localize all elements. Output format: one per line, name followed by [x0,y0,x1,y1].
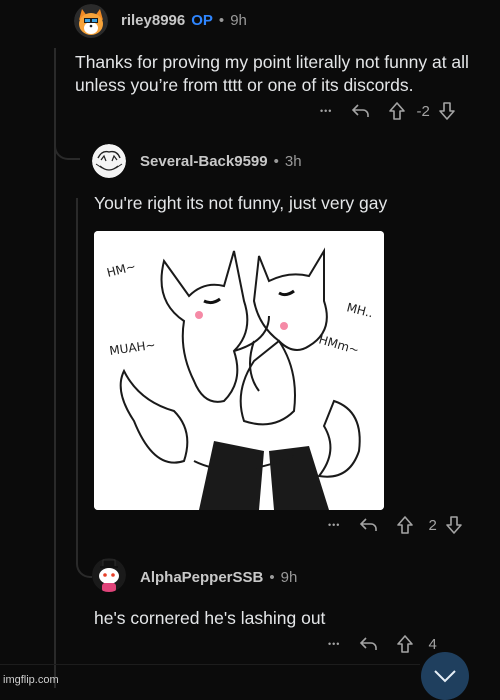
reply-arrow-icon[interactable] [358,516,378,534]
more-options-icon[interactable]: ••• [328,639,340,649]
cat-drawing-illustration: HM~ MUAH~ MH.. HMm~ [94,231,384,510]
vote-score: 2 [428,516,437,534]
thread-elbow [76,530,92,578]
separator: • [269,569,275,586]
comment-meta: riley8996 OP • 9h [121,12,247,29]
username[interactable]: AlphaPepperSSB [140,569,263,586]
separator: • [218,12,225,29]
upvote-arrow-icon[interactable] [388,101,406,121]
comment-actions: ••• 2 [310,514,463,536]
cat-avatar-icon [74,4,108,38]
comment-actions: ••• 4 [310,633,437,655]
upvote-arrow-icon[interactable] [396,634,414,654]
timestamp: 9h [230,12,247,29]
downvote-arrow-icon[interactable] [438,101,456,121]
vote-score: -2 [416,102,430,120]
comment-text: he's cornered he's lashing out [94,608,326,628]
snoo-avatar-icon [92,558,126,592]
comment-meta: Several-Back9599 • 3h [140,153,302,170]
username[interactable]: riley8996 [121,12,185,29]
more-options-icon[interactable]: ••• [328,520,340,530]
username[interactable]: Several-Back9599 [140,153,268,170]
comment-text: You're right its not funny, just very ga… [94,193,388,213]
avatar[interactable] [92,144,126,178]
op-badge: OP [191,12,213,29]
chevron-down-icon [434,670,456,683]
thread-elbow [54,110,80,160]
comment-image[interactable]: HM~ MUAH~ MH.. HMm~ [94,231,384,510]
comment-text: Thanks for proving my point literally no… [75,52,469,95]
reply-arrow-icon[interactable] [358,635,378,653]
scroll-down-button[interactable] [421,652,469,700]
divider [0,664,420,665]
watermark: imgflip.com [3,674,59,686]
comment-actions: ••• -2 [302,100,456,122]
avatar[interactable] [92,558,126,592]
avatar[interactable] [74,4,108,38]
sketch-avatar-icon [92,144,126,178]
thread-line [76,198,78,548]
timestamp: 9h [280,569,298,586]
vote-score: 4 [428,635,437,653]
comment-meta: AlphaPepperSSB • 9h [140,569,297,586]
downvote-arrow-icon[interactable] [445,515,463,535]
reply-arrow-icon[interactable] [350,102,370,120]
upvote-arrow-icon[interactable] [396,515,414,535]
timestamp: 3h [284,153,302,170]
separator: • [273,153,279,170]
more-options-icon[interactable]: ••• [320,106,332,116]
